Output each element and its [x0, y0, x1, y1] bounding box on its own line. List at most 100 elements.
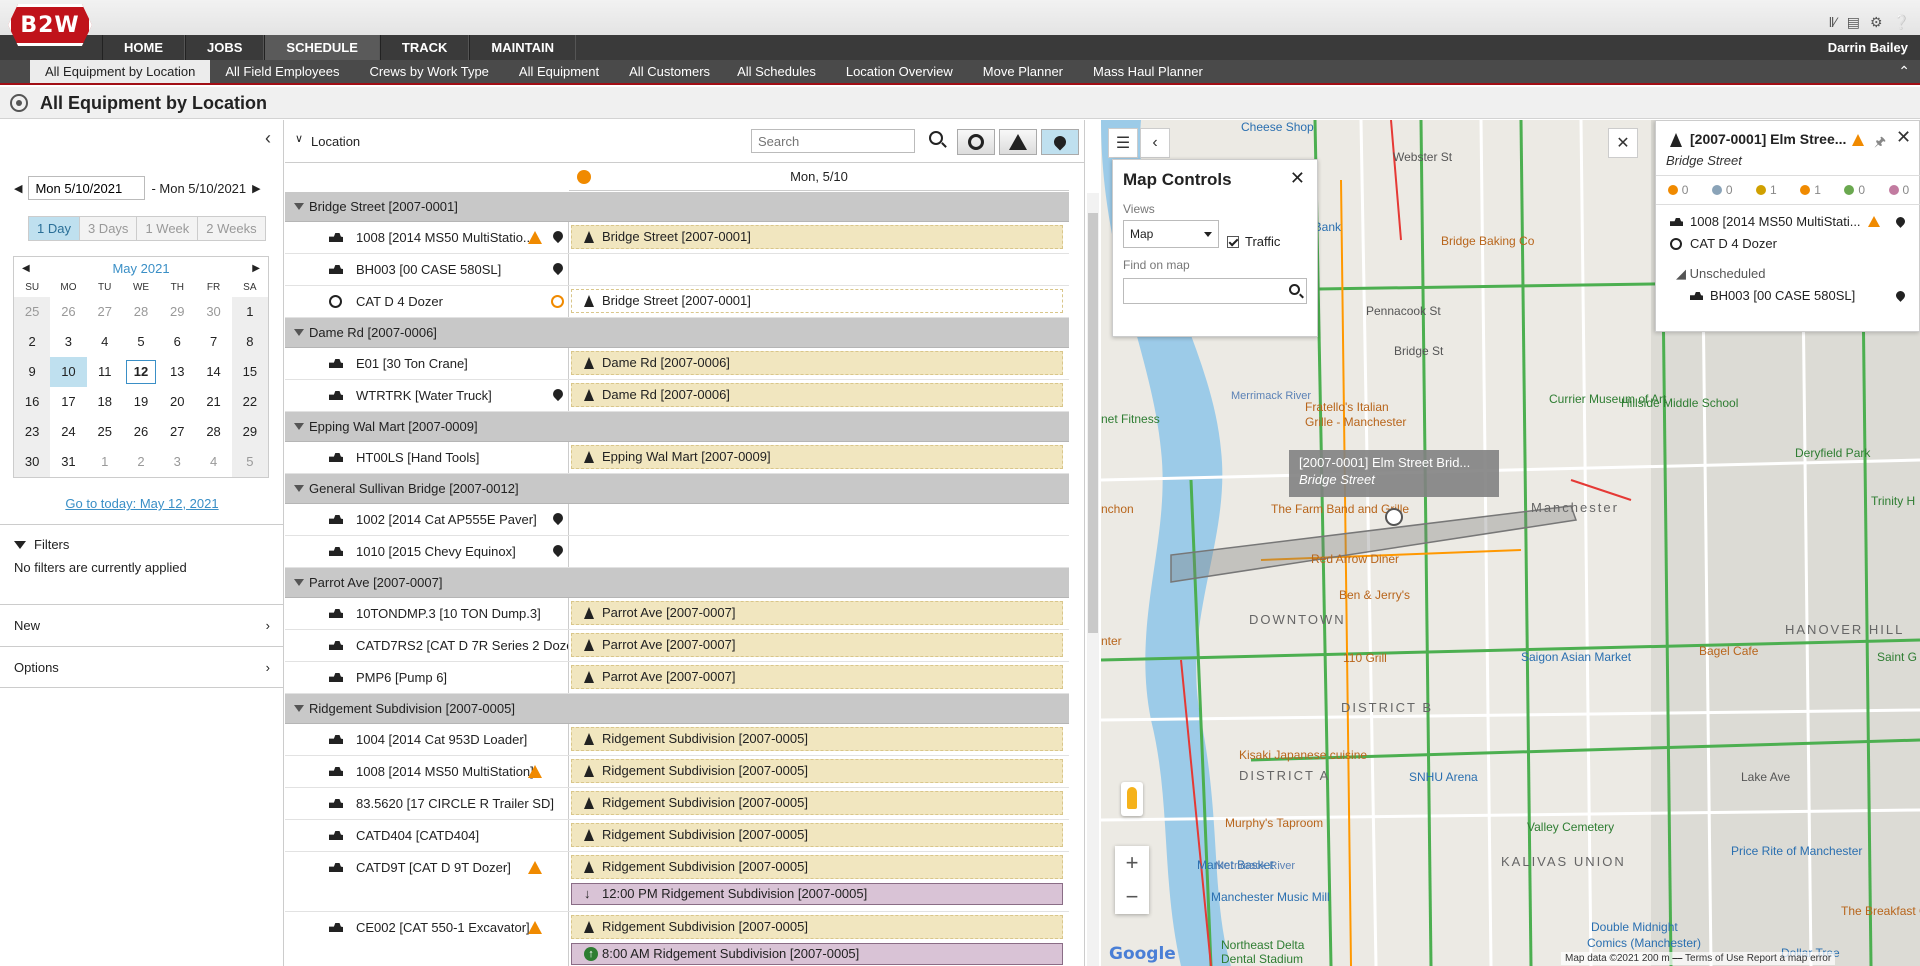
- calendar-day[interactable]: 4: [195, 447, 231, 477]
- calendar-day[interactable]: 27: [87, 297, 123, 327]
- gear-icon[interactable]: ⚙: [1870, 14, 1883, 31]
- equipment-name[interactable]: 1010 [2015 Chevy Equinox]: [356, 544, 516, 559]
- job-tooltip[interactable]: [2007-0001] Elm Street Brid... Bridge St…: [1289, 450, 1499, 497]
- subnav-item-all-equipment-by-location[interactable]: All Equipment by Location: [30, 60, 211, 83]
- equipment-name[interactable]: HT00LS [Hand Tools]: [356, 450, 479, 465]
- map-place-label[interactable]: KALIVAS UNION: [1501, 854, 1626, 869]
- subnav-item-location-overview[interactable]: Location Overview: [831, 60, 968, 83]
- map-close-button[interactable]: ✕: [1608, 128, 1638, 158]
- map-place-label[interactable]: Deryfield Park: [1795, 446, 1870, 460]
- calendar-day[interactable]: 3: [50, 327, 86, 357]
- assignment-bar[interactable]: Ridgement Subdivision [2007-0005]: [571, 759, 1063, 783]
- assignment-bar[interactable]: Ridgement Subdivision [2007-0005]: [571, 791, 1063, 815]
- subnav-item-all-schedules[interactable]: All Schedules: [725, 60, 831, 83]
- range-button[interactable]: 3 Days: [79, 217, 138, 240]
- map-place-label[interactable]: net Fitness: [1101, 412, 1160, 426]
- map-place-label[interactable]: Ben & Jerry's: [1339, 588, 1410, 602]
- map-place-label[interactable]: Saint G Ortho: [1877, 650, 1920, 664]
- equipment-row[interactable]: 1002 [2014 Cat AP555E Paver]: [285, 504, 1069, 536]
- equipment-name[interactable]: CE002 [CAT 550-1 Excavator]: [356, 920, 530, 935]
- equipment-name[interactable]: CAT D 4 Dozer: [356, 294, 443, 309]
- map-menu-button[interactable]: ☰: [1108, 128, 1138, 158]
- street-view-icon[interactable]: [1121, 782, 1143, 816]
- zoom-in-button[interactable]: +: [1115, 846, 1149, 880]
- circle-filter-button[interactable]: [957, 129, 995, 155]
- alert-icon[interactable]: [577, 170, 591, 184]
- calendar-day[interactable]: 4: [87, 327, 123, 357]
- calendar-day[interactable]: 17: [50, 387, 86, 417]
- calendar-day[interactable]: 1: [231, 297, 268, 327]
- close-icon[interactable]: ✕: [1290, 168, 1305, 189]
- nav-tab-schedule[interactable]: SCHEDULE: [264, 35, 380, 60]
- equipment-name[interactable]: CATD7RS2 [CAT D 7R Series 2 Dozer]: [356, 638, 568, 653]
- resource-count[interactable]: 0: [1888, 183, 1909, 197]
- resource-count[interactable]: 1: [1800, 183, 1821, 197]
- calendar-day[interactable]: 28: [195, 417, 231, 447]
- calendar-day[interactable]: 27: [159, 417, 195, 447]
- map-place-label[interactable]: Grille - Manchester: [1305, 415, 1406, 429]
- start-date-input[interactable]: [28, 176, 146, 200]
- equipment-row[interactable]: CATD7RS2 [CAT D 7R Series 2 Dozer] Parrot…: [285, 630, 1069, 662]
- equipment-row[interactable]: 10TONDMP.3 [10 TON Dump.3] Parrot Ave [20…: [285, 598, 1069, 630]
- calendar-day[interactable]: 25: [14, 297, 51, 327]
- resource-count[interactable]: 0: [1667, 183, 1688, 197]
- equipment-name[interactable]: CATD404 [CATD404]: [356, 828, 479, 843]
- map-place-label[interactable]: Dental Stadium: [1221, 952, 1303, 966]
- equipment-row[interactable]: HT00LS [Hand Tools] Epping Wal Mart [2007…: [285, 442, 1069, 474]
- options-menu[interactable]: Options ›: [0, 646, 284, 688]
- map-place-label[interactable]: DISTRICT B: [1341, 700, 1433, 715]
- calendar-month[interactable]: May 2021: [112, 261, 169, 276]
- assignment-bar[interactable]: Bridge Street [2007-0001]: [571, 289, 1063, 313]
- collapse-left-icon[interactable]: ‹: [265, 128, 271, 149]
- location-group-row[interactable]: Parrot Ave [2007-0007]: [285, 568, 1069, 598]
- map-place-label[interactable]: Kisaki Japanese cuisine: [1239, 748, 1367, 762]
- nav-tab-jobs[interactable]: JOBS: [185, 35, 265, 60]
- calendar-day[interactable]: 29: [231, 417, 268, 447]
- equipment-row[interactable]: 1010 [2015 Chevy Equinox]: [285, 536, 1069, 568]
- calendar-day[interactable]: 25: [87, 417, 123, 447]
- calendar-day[interactable]: 10: [50, 357, 87, 387]
- map-place-label[interactable]: Fratello's Italian: [1305, 400, 1389, 414]
- calendar-day[interactable]: 14: [195, 357, 231, 387]
- map-place-label[interactable]: 110 Grill: [1343, 651, 1387, 665]
- map-view-select[interactable]: Map: [1123, 220, 1219, 248]
- location-group-row[interactable]: Dame Rd [2007-0006]: [285, 318, 1069, 348]
- checkbox-icon[interactable]: [1227, 235, 1239, 248]
- assignment-bar[interactable]: Ridgement Subdivision [2007-0005]: [571, 823, 1063, 847]
- map-place-label[interactable]: Bridge St: [1394, 344, 1443, 358]
- calendar-day[interactable]: 7: [195, 327, 231, 357]
- map-pin-icon[interactable]: [1894, 215, 1907, 228]
- pin-icon[interactable]: 🖈: [1874, 133, 1886, 155]
- equipment-row[interactable]: 1008 [2014 MS50 MultiStation] Ridgement S…: [285, 756, 1069, 788]
- calendar-day[interactable]: 1: [87, 447, 123, 477]
- equipment-name[interactable]: WTRTRK [Water Truck]: [356, 388, 492, 403]
- calendar-day[interactable]: 13: [159, 357, 195, 387]
- map-place-label[interactable]: Double Midnight: [1591, 920, 1678, 934]
- map-toggle-button[interactable]: [1041, 129, 1079, 155]
- map-view[interactable]: Cheese Shop Webster St D-Bank Bridge Baking…: [1101, 120, 1920, 966]
- map-place-label[interactable]: Northeast Delta: [1221, 938, 1304, 952]
- assignment-bar[interactable]: Ridgement Subdivision [2007-0005]: [571, 727, 1063, 751]
- resource-count[interactable]: 0: [1844, 183, 1865, 197]
- move-bar[interactable]: 8:00 AM Ridgement Subdivision [2007-0005…: [571, 943, 1063, 965]
- map-pin-icon[interactable]: [1894, 289, 1907, 302]
- zoom-out-button[interactable]: −: [1115, 880, 1149, 914]
- expand-icon[interactable]: ∨: [295, 132, 303, 145]
- warning-icon[interactable]: [528, 765, 542, 778]
- assignment-bar[interactable]: Epping Wal Mart [2007-0009]: [571, 445, 1063, 469]
- equipment-name[interactable]: CATD9T [CAT D 9T Dozer]: [356, 860, 511, 875]
- assignment-bar[interactable]: Bridge Street [2007-0001]: [571, 225, 1063, 249]
- view-settings-icon[interactable]: [10, 94, 28, 112]
- calendar-day[interactable]: 2: [14, 327, 51, 357]
- equipment-name[interactable]: BH003 [00 CASE 580SL]: [356, 262, 501, 277]
- calendar-day[interactable]: 16: [14, 387, 51, 417]
- map-place-label[interactable]: Bridge Baking Co: [1441, 234, 1534, 248]
- calendar-day[interactable]: 28: [123, 297, 159, 327]
- user-name[interactable]: Darrin Bailey: [1828, 35, 1908, 60]
- unscheduled-equipment-item[interactable]: BH003 [00 CASE 580SL]: [1656, 285, 1920, 307]
- scrollbar-thumb[interactable]: [1088, 213, 1098, 633]
- map-place-label[interactable]: Valley Cemetery: [1527, 820, 1614, 834]
- resource-count[interactable]: 1: [1756, 183, 1777, 197]
- prev-month-icon[interactable]: ◀: [22, 263, 30, 274]
- assignment-bar[interactable]: Parrot Ave [2007-0007]: [571, 601, 1063, 625]
